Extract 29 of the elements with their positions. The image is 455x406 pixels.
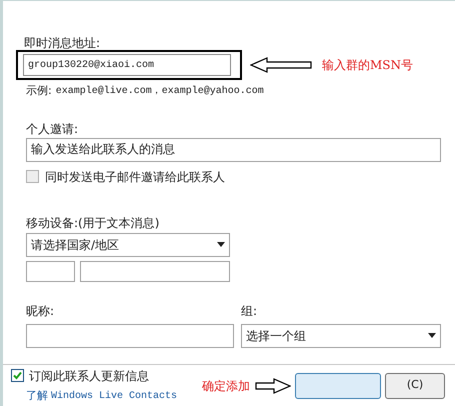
checkbox[interactable]	[11, 369, 24, 382]
cancel-button[interactable]: (C)	[385, 372, 445, 398]
dropdown-arrow-icon	[428, 333, 436, 338]
input-field[interactable]	[80, 260, 230, 282]
arrow-icon	[255, 378, 291, 394]
checkbox-label: 同时发送电子邮件邀请给此联系人	[45, 168, 225, 186]
arrow-icon	[250, 57, 312, 73]
field-label: 组:	[241, 304, 258, 318]
message-field[interactable]: 输入发送给此联系人的消息	[26, 138, 441, 162]
input-field[interactable]	[26, 260, 75, 282]
link-prefix: 了解	[26, 388, 48, 404]
dropdown[interactable]: 请选择国家/地区	[26, 232, 230, 256]
annotation-text: 输入群的MSN号	[322, 57, 414, 74]
example-label: 示例:	[26, 83, 52, 99]
input-field[interactable]: group130220@xiaoi.com	[23, 54, 231, 76]
dropdown[interactable]: 选择一个组	[241, 324, 441, 348]
checkbox[interactable]	[26, 170, 39, 183]
example-text: example@live.com，example@yahoo.com	[56, 84, 264, 99]
confirm-button[interactable]	[295, 372, 381, 398]
field-label: 移动设备:(用于文本消息)	[26, 216, 160, 230]
field-label: 个人邀请:	[26, 122, 80, 136]
field-label: 昵称:	[26, 304, 56, 318]
link[interactable]: Windows Live Contacts	[51, 388, 178, 404]
checkmark-icon	[13, 371, 22, 380]
dropdown-arrow-icon	[217, 242, 225, 247]
input-field[interactable]	[26, 324, 234, 348]
field-label: 即时消息地址:	[23, 36, 102, 50]
checkbox-label: 订阅此联系人更新信息	[29, 368, 149, 385]
annotation-text: 确定添加	[202, 378, 250, 394]
